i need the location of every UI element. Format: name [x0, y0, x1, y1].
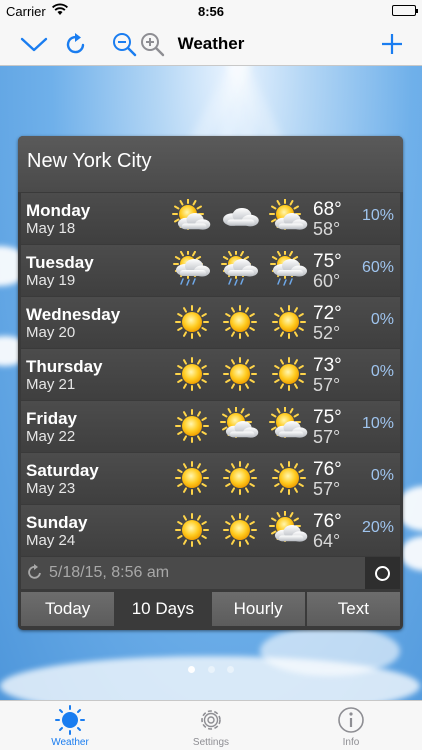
sun-icon [171, 459, 213, 497]
tab-today[interactable]: Today [21, 592, 115, 626]
sun-cloud-icon [219, 406, 261, 445]
page-indicator[interactable] [0, 660, 422, 678]
high-temp: 68° [313, 199, 342, 220]
page-dot [207, 666, 215, 673]
gear-icon [201, 710, 221, 730]
status-bar: Carrier 8:56 [0, 0, 422, 22]
sun-icon [268, 303, 310, 341]
forecast-row[interactable]: Sunday May 24 76° 64° 20% [21, 505, 400, 556]
tab-hourly[interactable]: Hourly [211, 592, 305, 626]
day-name: Tuesday [26, 253, 94, 272]
low-temp: 60° [313, 271, 341, 291]
circle-icon [375, 566, 390, 581]
day-date: May 20 [26, 324, 76, 341]
forecast-row[interactable]: Wednesday May 20 72° 52° 0% [21, 297, 400, 348]
refresh-small-icon[interactable] [26, 563, 44, 581]
forecast-panel: New York City Monday May 18 68° 58° 10% … [18, 136, 403, 630]
sun-rain-icon [268, 249, 310, 289]
page-dot [188, 666, 196, 673]
tab-text[interactable]: Text [306, 592, 400, 626]
navigation-bar: Weather [0, 22, 422, 66]
day-name: Friday [26, 409, 78, 428]
precip-chance: 0% [370, 467, 394, 484]
sun-cloud-icon [268, 510, 310, 549]
day-date: May 24 [26, 532, 76, 549]
forecast-row[interactable]: Friday May 22 75° 57° 10% [21, 401, 400, 452]
tabbar-weather-label: Weather [51, 737, 89, 748]
precip-chance: 10% [361, 415, 394, 432]
precip-chance: 0% [370, 363, 394, 380]
precip-chance: 60% [361, 259, 394, 276]
sun-icon [268, 355, 310, 393]
high-temp: 75° [313, 407, 342, 428]
tab-10-days[interactable]: 10 Days [116, 592, 210, 626]
high-temp: 76° [313, 459, 342, 480]
low-temp: 58° [313, 219, 341, 239]
day-name: Wednesday [26, 305, 121, 324]
tabbar-info-label: Info [342, 737, 360, 748]
day-date: May 19 [26, 272, 76, 289]
high-temp: 76° [313, 511, 342, 532]
sun-icon [171, 303, 213, 341]
high-temp: 72° [313, 303, 342, 324]
forecast-row[interactable]: Monday May 18 68° 58° 10% [21, 193, 400, 244]
sun-rain-icon [171, 249, 213, 289]
sun-cloud-icon [268, 198, 310, 237]
tab-bar: Weather Settings Info [0, 700, 422, 750]
cloud-icon [219, 199, 261, 237]
page-dot [226, 666, 234, 673]
sun-icon [219, 511, 261, 549]
day-date: May 22 [26, 428, 76, 445]
forecast-row[interactable]: Saturday May 23 76° 57° 0% [21, 453, 400, 504]
low-temp: 52° [313, 323, 341, 343]
day-name: Saturday [26, 461, 99, 480]
day-date: May 18 [26, 220, 76, 237]
day-date: May 23 [26, 480, 76, 497]
sun-icon [268, 459, 310, 497]
last-updated: 5/18/15, 8:56 am [49, 564, 170, 581]
day-name: Monday [26, 201, 91, 220]
page-title: Weather [177, 34, 245, 53]
sun-icon [219, 303, 261, 341]
add-icon[interactable] [376, 28, 408, 60]
update-footer: 5/18/15, 8:56 am [21, 557, 400, 589]
location-toggle-button[interactable] [365, 557, 400, 589]
sun-icon [171, 355, 213, 393]
low-temp: 57° [313, 427, 341, 447]
high-temp: 73° [313, 355, 342, 376]
battery-icon [392, 5, 418, 16]
forecast-list: Monday May 18 68° 58° 10% Tuesday May 19… [21, 193, 400, 557]
sun-cloud-icon [268, 406, 310, 445]
day-name: Sunday [26, 513, 88, 532]
precip-chance: 20% [361, 519, 394, 536]
precip-chance: 0% [370, 311, 394, 328]
forecast-row[interactable]: Tuesday May 19 75° 60° 60% [21, 245, 400, 296]
high-temp: 75° [313, 251, 342, 272]
low-temp: 57° [313, 375, 341, 395]
low-temp: 57° [313, 479, 341, 499]
forecast-row[interactable]: Thursday May 21 73° 57° 0% [21, 349, 400, 400]
city-name: New York City [18, 136, 403, 192]
sun-icon [55, 705, 85, 735]
tabbar-settings-label: Settings [192, 737, 230, 748]
tabbar-settings[interactable]: Settings [161, 705, 261, 748]
tabbar-weather[interactable]: Weather [20, 705, 120, 748]
precip-chance: 10% [361, 207, 394, 224]
sun-icon [219, 459, 261, 497]
sun-icon [171, 511, 213, 549]
sun-icon [219, 355, 261, 393]
low-temp: 64° [313, 531, 341, 551]
info-icon [338, 707, 364, 733]
sun-rain-icon [219, 249, 261, 289]
day-name: Thursday [26, 357, 103, 376]
view-tabs: Today 10 Days Hourly Text [21, 592, 400, 626]
clock: 8:56 [197, 4, 225, 19]
day-date: May 21 [26, 376, 76, 393]
sun-cloud-icon [171, 198, 213, 237]
tabbar-info[interactable]: Info [301, 705, 401, 748]
sun-icon [171, 407, 213, 445]
